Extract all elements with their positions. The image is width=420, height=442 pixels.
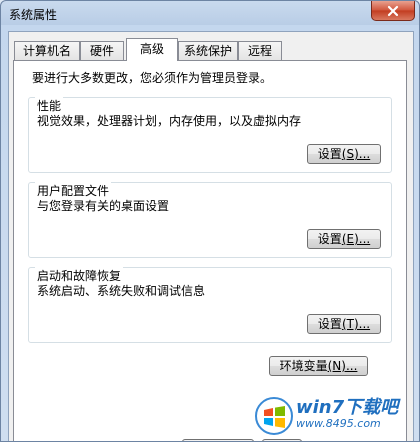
tab-remote[interactable]: 远程 xyxy=(238,41,282,60)
advanced-panel: 要进行大多数更改，您必须作为管理员登录。 性能 视觉效果，处理器计划，内存使用，… xyxy=(13,60,407,441)
performance-settings-button[interactable]: 设置(S)... xyxy=(307,144,381,164)
watermark-url: www.8495.com xyxy=(296,417,381,430)
close-button[interactable] xyxy=(371,1,415,21)
watermark-main-text: win7下载吧 xyxy=(296,397,399,418)
admin-notice: 要进行大多数更改，您必须作为管理员登录。 xyxy=(32,71,273,85)
startup-recovery-settings-label: 设置 xyxy=(317,317,342,331)
startup-recovery-settings-key: (T)... xyxy=(341,317,371,331)
user-profiles-settings-key: (E)... xyxy=(341,232,371,246)
user-profiles-group: 用户配置文件 与您登录有关的桌面设置 设置(E)... xyxy=(28,182,392,258)
tab-hardware[interactable]: 硬件 xyxy=(80,41,124,60)
environment-variables-button[interactable]: 环境变量(N)... xyxy=(269,356,368,376)
window-title: 系统属性 xyxy=(9,8,58,22)
environment-variables-label: 环境变量 xyxy=(279,359,328,373)
dialog-client: 计算机名 硬件 高级 系统保护 远程 要进行大多数更改，您必须作为管理员登录。 … xyxy=(8,31,414,441)
user-profiles-desc: 与您登录有关的桌面设置 xyxy=(37,199,170,213)
performance-group: 性能 视觉效果，处理器计划，内存使用，以及虚拟内存 设置(S)... xyxy=(28,97,392,173)
startup-recovery-group: 启动和故障恢复 系统启动、系统失败和调试信息 设置(T)... xyxy=(28,267,392,343)
performance-settings-label: 设置 xyxy=(317,147,342,161)
tab-system-protection[interactable]: 系统保护 xyxy=(178,41,238,60)
watermark-logo-icon xyxy=(255,397,293,435)
user-profiles-settings-label: 设置 xyxy=(317,232,342,246)
user-profiles-settings-button[interactable]: 设置(E)... xyxy=(307,229,381,249)
tab-advanced[interactable]: 高级 xyxy=(126,38,178,61)
system-properties-window: 系统属性 计算机名 硬件 高级 系统保护 远程 要进行大多数更改，您必须作为管理… xyxy=(0,0,420,442)
close-icon xyxy=(387,5,399,16)
startup-recovery-desc: 系统启动、系统失败和调试信息 xyxy=(37,284,206,298)
performance-settings-key: (S)... xyxy=(341,147,371,161)
watermark: win7下载吧 www.8495.com xyxy=(254,392,418,440)
tab-computer-name[interactable]: 计算机名 xyxy=(14,41,80,60)
performance-desc: 视觉效果，处理器计划，内存使用，以及虚拟内存 xyxy=(37,114,302,128)
environment-variables-key: (N)... xyxy=(327,359,358,373)
startup-recovery-settings-button[interactable]: 设置(T)... xyxy=(307,314,381,334)
